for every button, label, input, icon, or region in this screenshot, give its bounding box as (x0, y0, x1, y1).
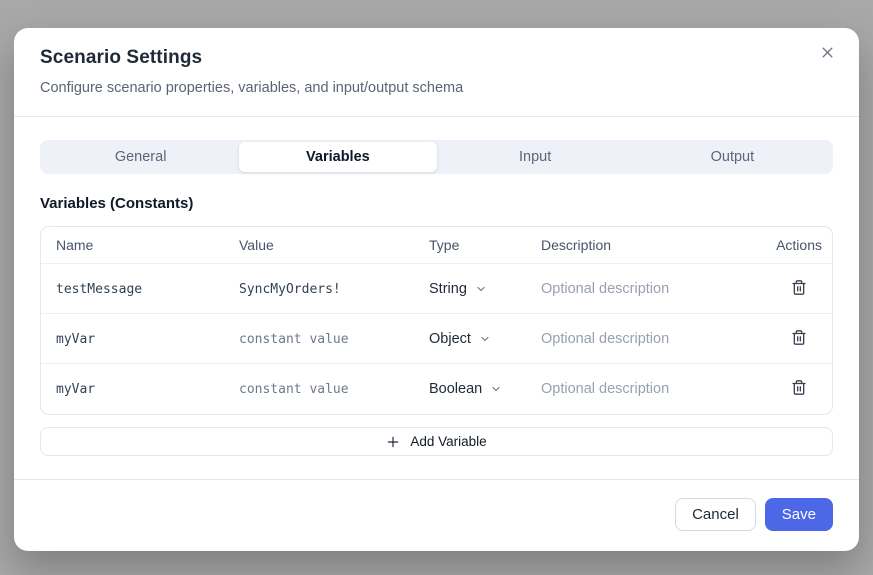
cancel-button[interactable]: Cancel (675, 498, 756, 531)
variable-value-input[interactable] (239, 332, 405, 347)
plus-icon (386, 435, 400, 449)
variable-name-input[interactable] (56, 332, 216, 347)
type-dropdown[interactable]: Boolean (429, 381, 502, 397)
tab-variables[interactable]: Variables (239, 142, 436, 172)
dialog-subtitle: Configure scenario properties, variables… (40, 80, 833, 96)
type-dropdown[interactable]: String (429, 281, 487, 297)
table-row: String (41, 264, 832, 314)
chevron-down-icon (475, 283, 487, 295)
column-header-name: Name (41, 237, 224, 253)
trash-icon (791, 279, 807, 299)
column-header-value: Value (224, 237, 414, 253)
tab-strip: General Variables Input Output (40, 140, 833, 174)
column-header-type: Type (414, 237, 526, 253)
table-header-row: Name Value Type Description Actions (41, 227, 832, 264)
dialog-footer: Cancel Save (14, 479, 859, 551)
table-row: Boolean (41, 364, 832, 414)
close-button[interactable] (817, 44, 837, 64)
description-input[interactable] (541, 381, 741, 397)
add-variable-label: Add Variable (410, 434, 486, 449)
tab-input[interactable]: Input (437, 142, 634, 172)
delete-variable-button[interactable] (791, 279, 807, 299)
trash-icon (791, 379, 807, 399)
table-row: Object (41, 314, 832, 364)
column-header-description: Description (526, 237, 752, 253)
chevron-down-icon (479, 333, 491, 345)
description-input[interactable] (541, 281, 741, 297)
trash-icon (791, 329, 807, 349)
dialog-header: Scenario Settings Configure scenario pro… (14, 28, 859, 117)
variable-name-input[interactable] (56, 382, 216, 397)
column-header-actions: Actions (752, 237, 832, 253)
close-icon (820, 45, 835, 63)
variable-value-input[interactable] (239, 382, 405, 397)
tab-general[interactable]: General (42, 142, 239, 172)
add-variable-button[interactable]: Add Variable (40, 427, 833, 456)
type-dropdown-value: Boolean (429, 381, 482, 397)
variables-table: Name Value Type Description Actions Stri… (40, 226, 833, 415)
save-button[interactable]: Save (765, 498, 833, 531)
section-title: Variables (Constants) (40, 195, 833, 212)
type-dropdown-value: Object (429, 331, 471, 347)
delete-variable-button[interactable] (791, 329, 807, 349)
scenario-settings-dialog: Scenario Settings Configure scenario pro… (14, 28, 859, 551)
description-input[interactable] (541, 331, 741, 347)
variable-name-input[interactable] (56, 282, 216, 297)
delete-variable-button[interactable] (791, 379, 807, 399)
variable-value-input[interactable] (239, 282, 405, 297)
dialog-body: General Variables Input Output Variables… (14, 117, 859, 479)
type-dropdown[interactable]: Object (429, 331, 491, 347)
dialog-title: Scenario Settings (40, 47, 833, 69)
chevron-down-icon (490, 383, 502, 395)
type-dropdown-value: String (429, 281, 467, 297)
tab-output[interactable]: Output (634, 142, 831, 172)
